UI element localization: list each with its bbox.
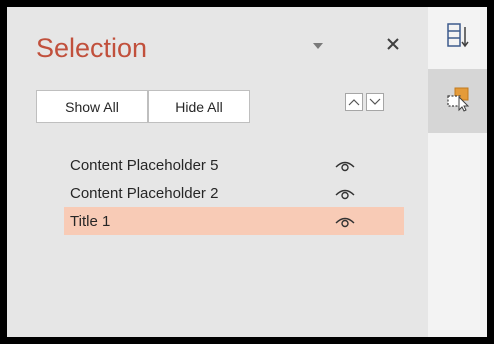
chevron-down-icon xyxy=(311,41,325,51)
pane-title: Selection xyxy=(36,33,148,63)
chevron-down-icon xyxy=(369,93,381,111)
hide-all-button[interactable]: Hide All xyxy=(148,90,250,123)
send-backward-button[interactable] xyxy=(366,93,384,111)
window-frame: Selection Show All Hide All Content Plac… xyxy=(7,7,487,337)
selection-list: Content Placeholder 5 Content Placeholde… xyxy=(64,151,404,235)
eye-icon[interactable] xyxy=(334,213,356,229)
reorder-button[interactable] xyxy=(428,7,487,69)
selection-pane-button[interactable] xyxy=(428,69,487,133)
close-pane-button[interactable] xyxy=(385,36,401,52)
selection-pane-icon xyxy=(444,85,472,118)
eye-icon[interactable] xyxy=(334,157,356,173)
eye-icon[interactable] xyxy=(334,185,356,201)
close-icon xyxy=(385,36,401,52)
list-item[interactable]: Content Placeholder 2 xyxy=(64,179,404,207)
item-label: Content Placeholder 2 xyxy=(70,184,219,202)
list-item[interactable]: Content Placeholder 5 xyxy=(64,151,404,179)
selection-pane: Selection Show All Hide All Content Plac… xyxy=(7,7,428,337)
pane-options-dropdown[interactable] xyxy=(311,41,325,51)
item-label: Title 1 xyxy=(70,212,111,230)
right-sidebar xyxy=(428,7,487,337)
reorder-document-icon xyxy=(445,21,471,56)
bring-forward-button[interactable] xyxy=(345,93,363,111)
item-label: Content Placeholder 5 xyxy=(70,156,219,174)
list-item-selected[interactable]: Title 1 xyxy=(64,207,404,235)
chevron-up-icon xyxy=(348,93,360,111)
show-all-button[interactable]: Show All xyxy=(36,90,148,123)
